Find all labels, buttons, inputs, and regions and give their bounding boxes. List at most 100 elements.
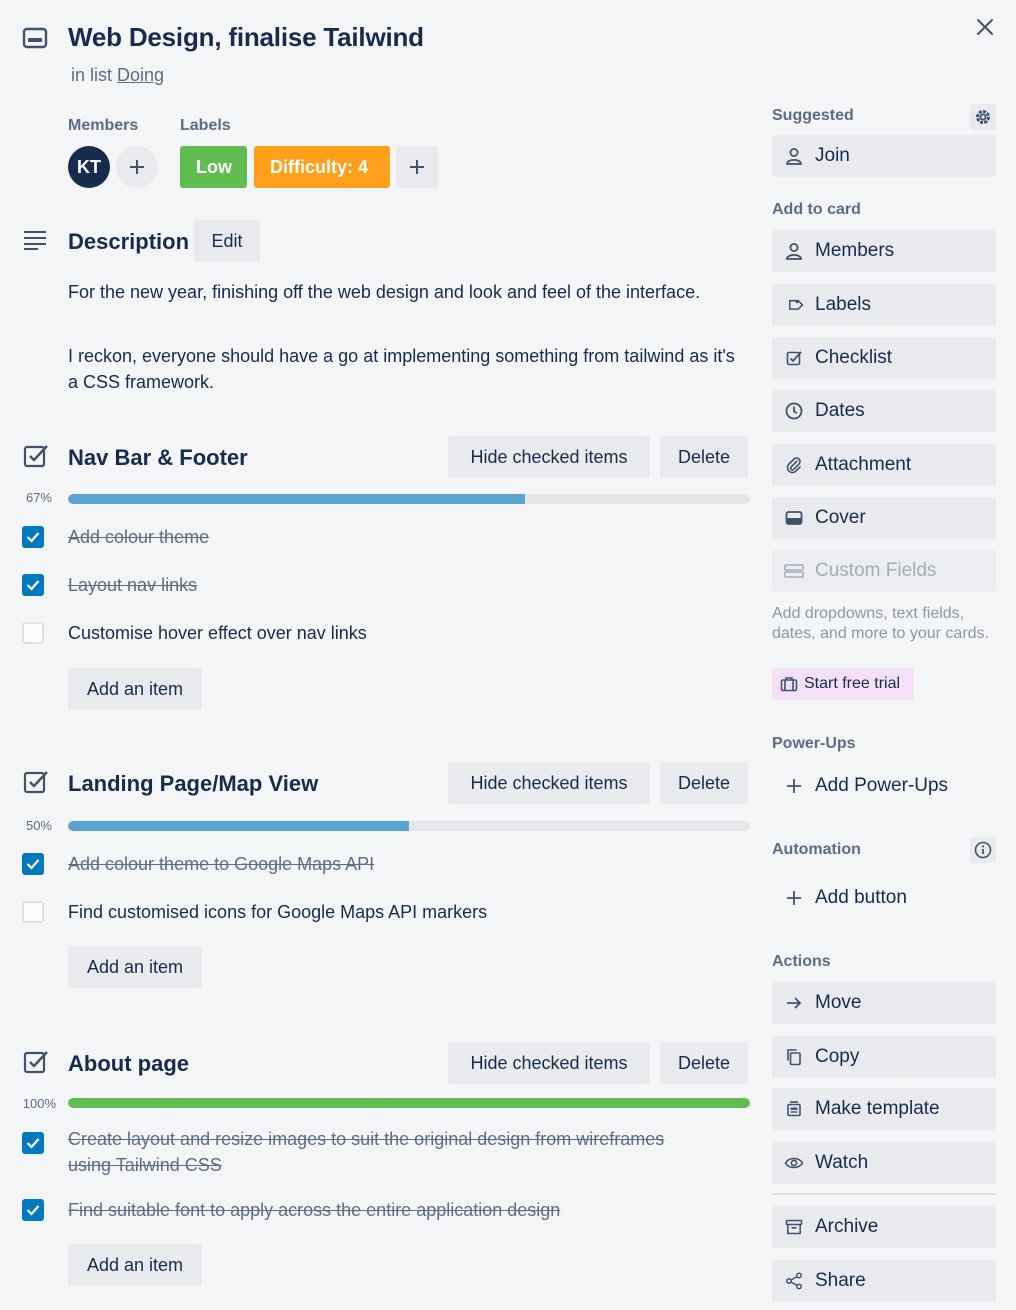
progress-fill [68, 494, 525, 504]
avatar[interactable]: KT [68, 146, 110, 188]
add-label-button[interactable] [396, 146, 438, 188]
briefcase-icon [780, 676, 798, 692]
make-template-label: Make template [815, 1098, 940, 1119]
close-button[interactable] [970, 12, 1000, 42]
labels-heading: Labels [180, 117, 231, 134]
hide-checked-items-button[interactable]: Hide checked items [448, 762, 650, 804]
add-item-button[interactable]: Add an item [68, 946, 202, 988]
checkbox-unchecked[interactable] [22, 901, 44, 923]
checklist-button[interactable]: Checklist [772, 337, 996, 379]
checklist-title[interactable]: Landing Page/Map View [68, 771, 318, 797]
add-member-button[interactable] [116, 146, 158, 188]
watch-button[interactable]: Watch [772, 1142, 996, 1184]
archive-button[interactable]: Archive [772, 1206, 996, 1248]
archive-icon [784, 1219, 804, 1235]
list-link[interactable]: Doing [117, 65, 164, 85]
hide-checked-items-button[interactable]: Hide checked items [448, 436, 650, 478]
move-label: Move [815, 992, 862, 1013]
checkbox-checked[interactable] [22, 574, 44, 596]
card-title[interactable]: Web Design, finalise Tailwind [68, 22, 424, 53]
checklist-item[interactable]: Add colour theme to Google Maps API [68, 851, 374, 877]
checklist-item[interactable]: Layout nav links [68, 572, 197, 598]
dates-label: Dates [815, 400, 865, 421]
share-button[interactable]: Share [772, 1260, 996, 1302]
cover-button[interactable]: Cover [772, 497, 996, 539]
automation-info-button[interactable] [970, 837, 996, 863]
progress-bar [68, 494, 750, 504]
description-icon [23, 230, 47, 250]
delete-checklist-button[interactable]: Delete [660, 436, 748, 478]
attachment-button[interactable]: Attachment [772, 444, 996, 486]
checklist-title[interactable]: About page [68, 1051, 189, 1077]
template-icon [784, 1100, 804, 1118]
progress-fill [68, 1098, 750, 1108]
add-power-ups-label: Add Power-Ups [815, 775, 949, 796]
checkbox-checked[interactable] [22, 1132, 44, 1154]
progress-percent: 50% [25, 818, 52, 833]
add-item-button[interactable]: Add an item [68, 668, 202, 710]
label-difficulty[interactable]: Difficulty: 4 [254, 146, 390, 188]
add-power-ups-button[interactable]: Add Power-Ups [772, 765, 996, 807]
plus-icon [784, 777, 804, 795]
edit-description-button[interactable]: Edit [194, 220, 260, 262]
custom-fields-help: Add dropdowns, text fields, dates, and m… [772, 605, 989, 642]
tag-icon [784, 296, 804, 314]
copy-icon [784, 1048, 804, 1066]
person-icon [784, 147, 804, 165]
close-icon [976, 18, 994, 36]
add-to-card-heading: Add to card [772, 201, 861, 218]
checklist-item[interactable]: Create layout and resize images to suit … [68, 1126, 668, 1178]
checklist-icon [23, 1050, 49, 1074]
copy-label: Copy [815, 1046, 860, 1067]
clock-icon [784, 402, 804, 420]
custom-fields-label: Custom Fields [815, 560, 937, 581]
labels-button[interactable]: Labels [772, 284, 996, 326]
join-button[interactable]: Join [772, 135, 996, 177]
add-button-button[interactable]: Add button [772, 877, 996, 919]
progress-percent: 100% [22, 1096, 56, 1111]
checklist-item[interactable]: Find customised icons for Google Maps AP… [68, 899, 487, 925]
add-item-button[interactable]: Add an item [68, 1244, 202, 1286]
actions-heading: Actions [772, 953, 831, 970]
label-low[interactable]: Low [180, 146, 247, 188]
suggested-heading: Suggested [772, 107, 854, 124]
info-icon [974, 841, 992, 859]
delete-checklist-button[interactable]: Delete [660, 762, 748, 804]
dates-button[interactable]: Dates [772, 390, 996, 432]
checklist-title[interactable]: Nav Bar & Footer [68, 445, 248, 471]
move-button[interactable]: Move [772, 982, 996, 1024]
make-template-button[interactable]: Make template [772, 1088, 996, 1130]
members-label: Members [815, 240, 895, 261]
checkbox-checked[interactable] [22, 1199, 44, 1221]
person-icon [784, 242, 804, 260]
attachment-label: Attachment [815, 454, 912, 475]
checkbox-checked[interactable] [22, 853, 44, 875]
checkbox-checked[interactable] [22, 526, 44, 548]
check-icon [26, 858, 40, 870]
paperclip-icon [784, 456, 804, 474]
checklist-icon [23, 444, 49, 468]
checklist-item[interactable]: Find suitable font to apply across the e… [68, 1197, 748, 1223]
members-heading: Members [68, 117, 139, 134]
checkbox-unchecked[interactable] [22, 622, 44, 644]
members-button[interactable]: Members [772, 230, 996, 272]
in-list-text: in list Doing [71, 65, 164, 86]
progress-bar [68, 1098, 750, 1108]
checklist-item[interactable]: Add colour theme [68, 524, 209, 550]
cover-label: Cover [815, 507, 866, 528]
copy-button[interactable]: Copy [772, 1036, 996, 1078]
start-free-trial-button[interactable]: Start free trial [772, 668, 914, 700]
delete-checklist-button[interactable]: Delete [660, 1042, 748, 1084]
suggested-settings-button[interactable] [970, 104, 996, 130]
description-paragraph: For the new year, finishing off the web … [68, 282, 701, 302]
custom-fields-icon [784, 564, 804, 578]
arrow-right-icon [784, 995, 804, 1011]
checklist-icon [784, 350, 804, 366]
description-heading: Description [68, 229, 190, 254]
hide-checked-items-button[interactable]: Hide checked items [448, 1042, 650, 1084]
checklist-item[interactable]: Customise hover effect over nav links [68, 620, 367, 646]
custom-fields-button[interactable]: Custom Fields [772, 550, 996, 592]
progress-bar [68, 821, 750, 831]
power-ups-heading: Power-Ups [772, 735, 856, 752]
cover-icon [784, 510, 804, 526]
